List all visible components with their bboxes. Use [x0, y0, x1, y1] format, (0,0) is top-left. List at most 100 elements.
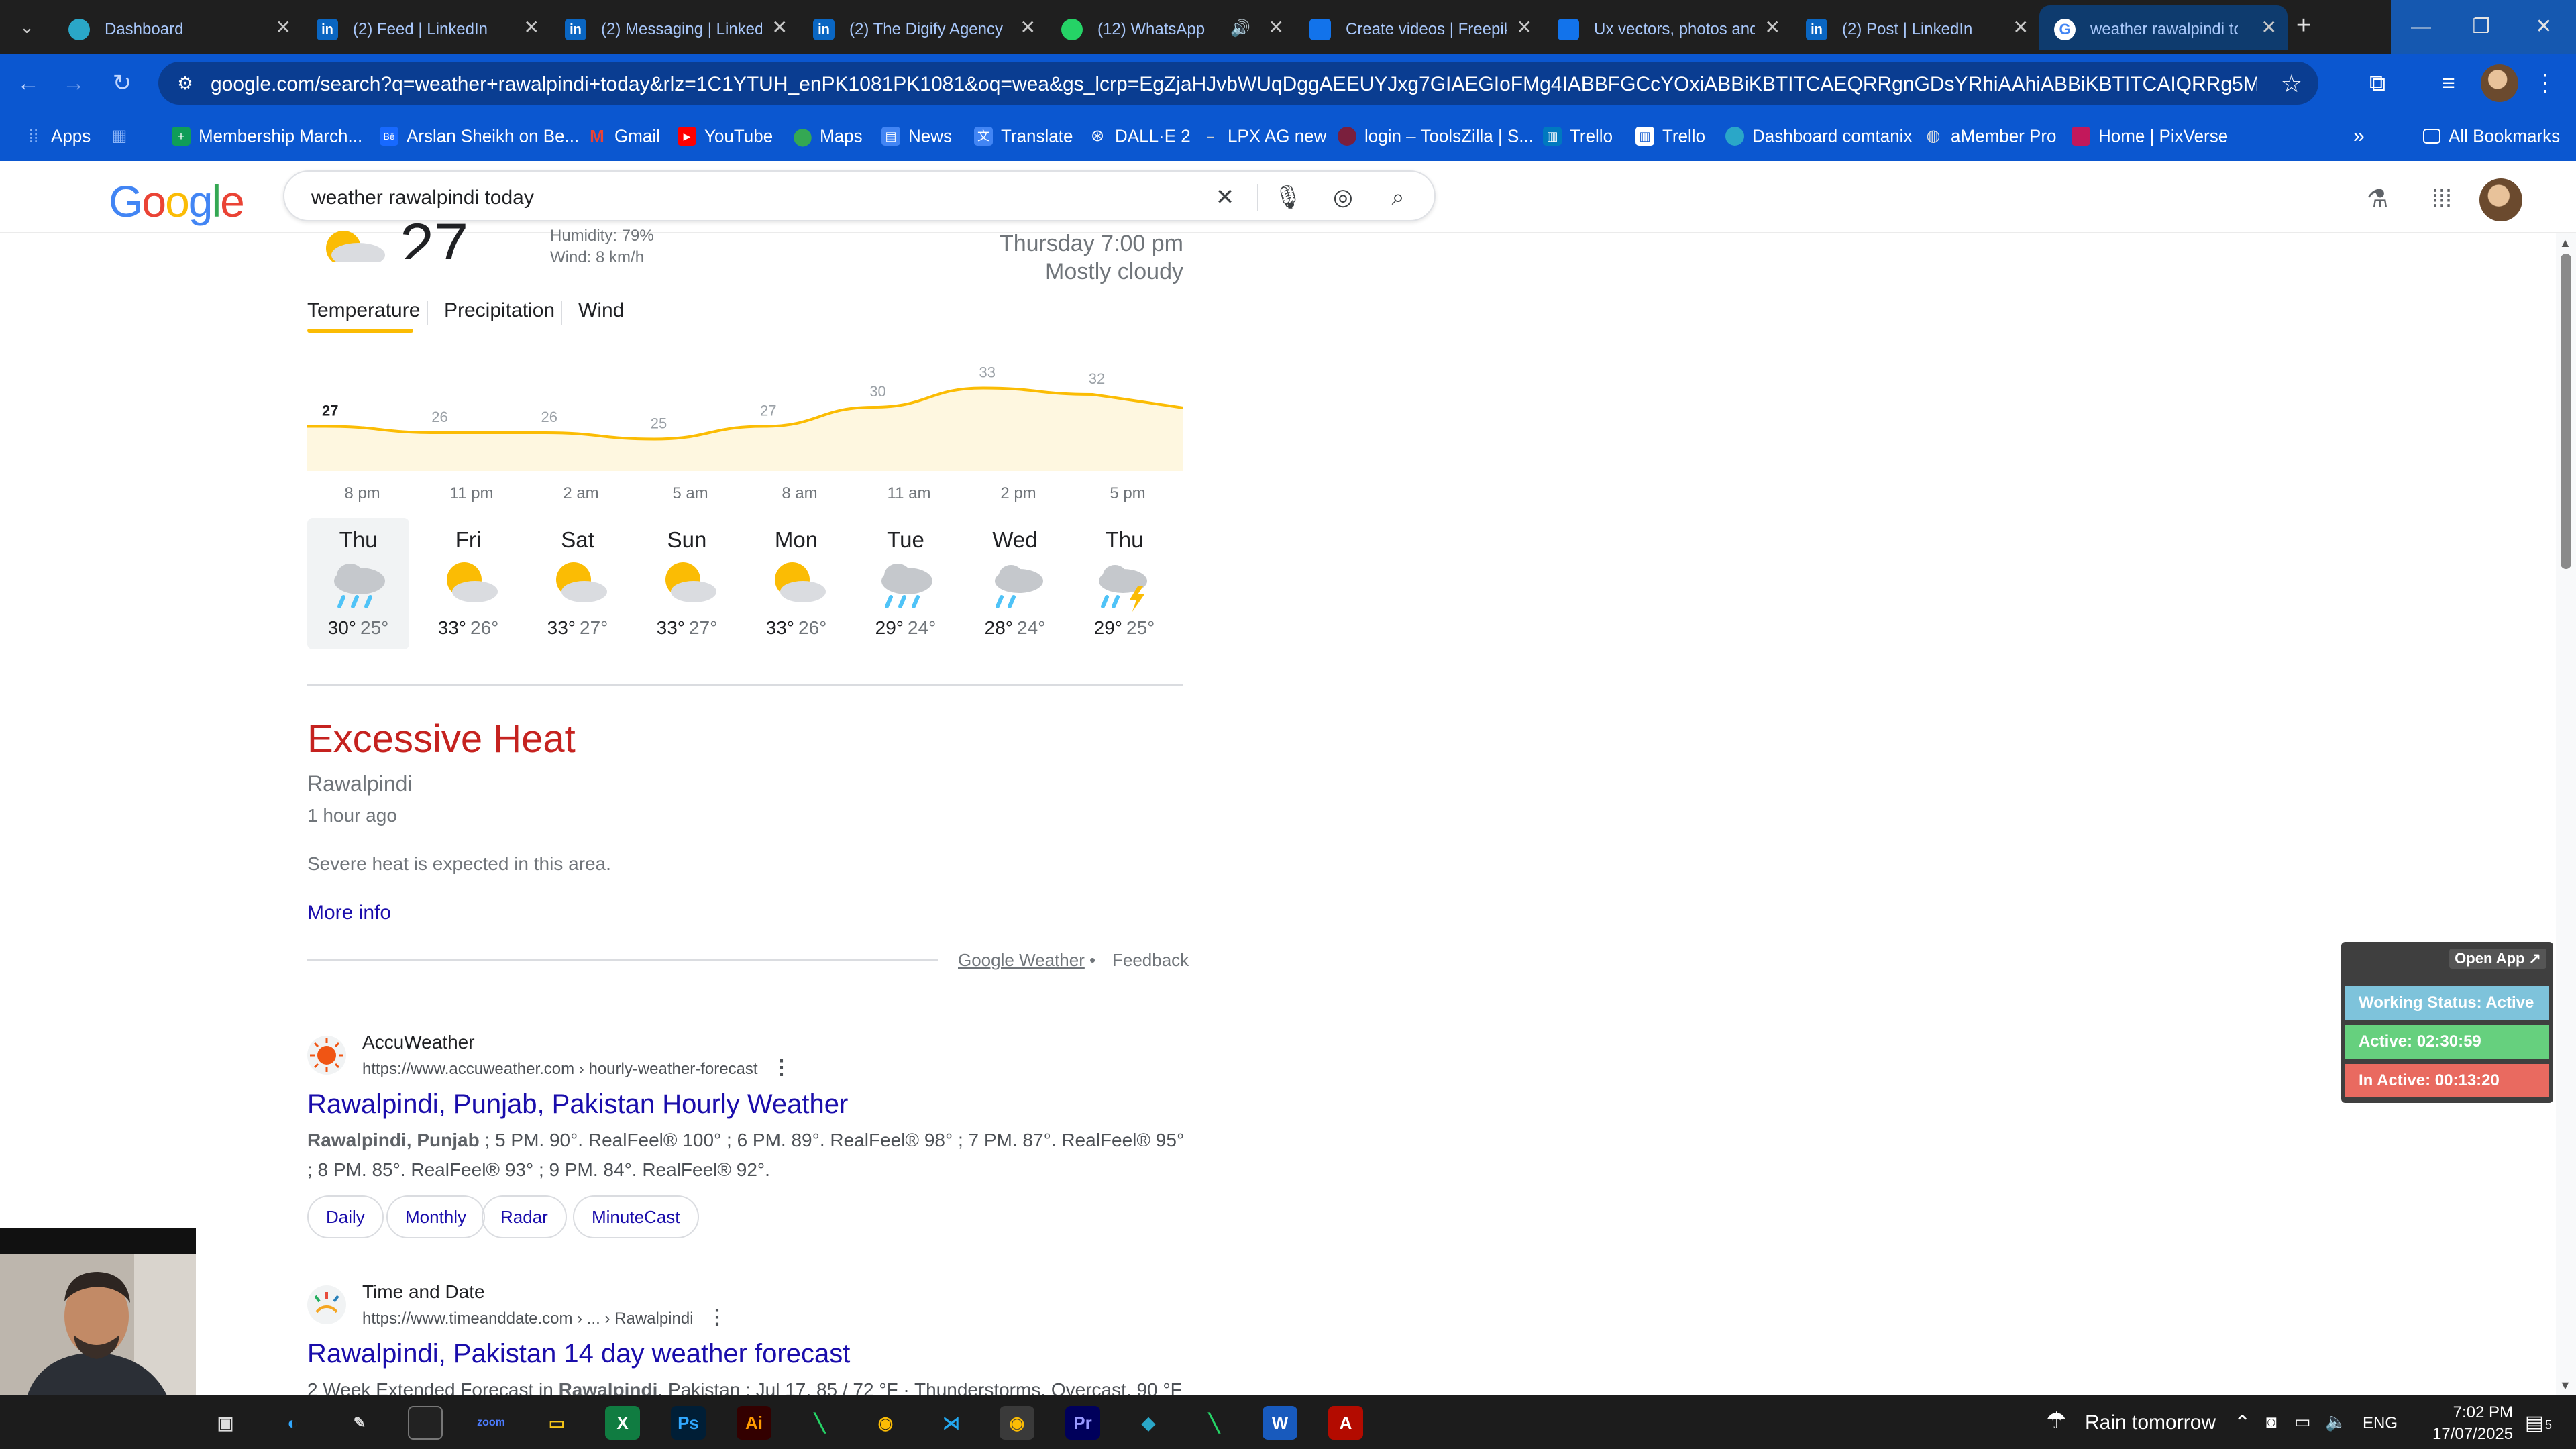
- microphone-icon[interactable]: 🎙: [1273, 182, 1303, 212]
- labs-flask-icon[interactable]: ⚗: [2363, 184, 2392, 213]
- rain-umbrella-icon[interactable]: ☂: [2046, 1407, 2066, 1434]
- bookmark-amember[interactable]: ◍ aMember Pro: [1924, 125, 2057, 149]
- system-clock[interactable]: 7:02 PM 17/07/2025: [2432, 1402, 2513, 1445]
- lens-camera-icon[interactable]: ◎: [1328, 182, 1358, 212]
- media-controls-icon[interactable]: ≡: [2432, 68, 2465, 98]
- more-bookmarks-chevron-icon[interactable]: »: [2353, 125, 2365, 148]
- address-bar[interactable]: ⚙ google.com/search?q=weather+rawalpindi…: [158, 62, 2318, 105]
- tab-whatsapp[interactable]: (12) WhatsApp 🔊 ✕: [1046, 5, 1295, 50]
- chip-monthly[interactable]: Monthly: [386, 1195, 486, 1238]
- zoom-icon[interactable]: zoom: [474, 1406, 508, 1440]
- bookmark-translate[interactable]: 文 Translate: [974, 125, 1073, 149]
- bookmark-trello-2[interactable]: ▥ Trello: [1635, 125, 1705, 149]
- browser-menu-icon[interactable]: ⋮: [2529, 68, 2561, 98]
- scroll-down-icon[interactable]: ▼: [2559, 1379, 2571, 1393]
- tab-google-weather[interactable]: G weather rawalpindi today ✕: [2039, 5, 2288, 50]
- edge-icon[interactable]: ◐: [275, 1406, 310, 1440]
- tab-temperature[interactable]: Temperature: [307, 299, 420, 322]
- chip-daily[interactable]: Daily: [307, 1195, 384, 1238]
- chrome-active-icon[interactable]: ◉: [1000, 1406, 1034, 1440]
- bookmark-dalle[interactable]: ⊛ DALL·E 2: [1088, 125, 1191, 149]
- tab-freepik-videos[interactable]: Create videos | Freepik ✕: [1295, 5, 1543, 50]
- result-site-name[interactable]: AccuWeather: [362, 1032, 475, 1053]
- page-scrollbar[interactable]: ▲ ▼: [2556, 233, 2576, 1395]
- bookmark-membership[interactable]: + Membership March...: [172, 125, 362, 149]
- green-app-icon[interactable]: ╲: [802, 1406, 837, 1440]
- close-tab-icon[interactable]: ✕: [2013, 16, 2029, 38]
- minimize-button[interactable]: —: [2391, 0, 2451, 54]
- result-url[interactable]: https://www.timeanddate.com › ... › Rawa…: [362, 1309, 694, 1328]
- app-diamond-icon[interactable]: ◆: [1131, 1406, 1166, 1440]
- task-view-icon[interactable]: ▣: [208, 1406, 243, 1440]
- excel-icon[interactable]: X: [605, 1406, 640, 1440]
- back-arrow-icon[interactable]: ←: [13, 68, 43, 98]
- bookmark-grid[interactable]: ▦: [110, 125, 137, 149]
- result-title-link[interactable]: Rawalpindi, Pakistan 14 day weather fore…: [307, 1339, 850, 1369]
- tray-chevron-icon[interactable]: ⌃: [2234, 1411, 2251, 1435]
- tab-dashboard[interactable]: Dashboard ✕: [54, 5, 302, 50]
- restore-button[interactable]: ❐: [2451, 0, 2512, 54]
- terminal-icon[interactable]: [408, 1406, 443, 1440]
- tab-linkedin-messaging[interactable]: in (2) Messaging | LinkedIn ✕: [550, 5, 798, 50]
- speaker-icon[interactable]: 🔊: [1230, 19, 1250, 38]
- network-icon[interactable]: ▭: [2294, 1411, 2311, 1432]
- bookmark-youtube[interactable]: ▶ YouTube: [678, 125, 773, 149]
- result-options-icon[interactable]: ⋮: [707, 1305, 727, 1329]
- new-tab-button[interactable]: +: [2288, 11, 2320, 43]
- close-tab-icon[interactable]: ✕: [1517, 16, 1532, 38]
- profile-avatar[interactable]: [2481, 64, 2518, 102]
- camera-tray-icon[interactable]: ◙: [2266, 1411, 2277, 1432]
- clear-icon[interactable]: ✕: [1210, 182, 1240, 212]
- result-title-link[interactable]: Rawalpindi, Punjab, Pakistan Hourly Weat…: [307, 1089, 848, 1120]
- account-avatar[interactable]: [2479, 178, 2522, 221]
- premiere-icon[interactable]: Pr: [1065, 1406, 1100, 1440]
- bookmark-apps[interactable]: ⁞⁞ Apps: [24, 125, 91, 149]
- google-weather-link[interactable]: Google Weather: [958, 950, 1085, 971]
- file-explorer-icon[interactable]: ▭: [539, 1406, 574, 1440]
- google-apps-icon[interactable]: ⁞⁞⁞: [2427, 184, 2457, 213]
- bookmark-lpx[interactable]: – LPX AG new: [1201, 125, 1326, 149]
- photoshop-icon[interactable]: Ps: [671, 1406, 706, 1440]
- bookmark-news[interactable]: ▤ News: [881, 125, 952, 149]
- bookmark-all[interactable]: All Bookmarks: [2423, 125, 2560, 149]
- green-app-icon[interactable]: ╲: [1197, 1406, 1232, 1440]
- bookmark-toolszilla[interactable]: login – ToolsZilla | S...: [1338, 125, 1534, 149]
- tab-digify-agency[interactable]: in (2) The Digify Agency ✕: [798, 5, 1046, 50]
- tab-linkedin-feed[interactable]: in (2) Feed | LinkedIn ✕: [302, 5, 550, 50]
- volume-icon[interactable]: 🔈: [2325, 1411, 2347, 1432]
- search-icon[interactable]: ⌕: [1383, 182, 1413, 212]
- bookmark-trello[interactable]: ▥ Trello: [1543, 125, 1613, 149]
- site-info-icon[interactable]: ⚙: [174, 72, 196, 94]
- close-tab-icon[interactable]: ✕: [1020, 16, 1036, 38]
- close-tab-icon[interactable]: ✕: [1269, 16, 1284, 38]
- word-icon[interactable]: W: [1263, 1406, 1297, 1440]
- day-sat[interactable]: Sat 33° 27°: [527, 518, 629, 649]
- close-window-button[interactable]: ✕: [2512, 0, 2576, 54]
- bookmark-maps[interactable]: ⬤ Maps: [793, 125, 863, 149]
- webcam-overlay[interactable]: [0, 1228, 196, 1397]
- day-fri[interactable]: Fri 33° 26°: [417, 518, 519, 649]
- scroll-up-icon[interactable]: ▲: [2559, 236, 2571, 250]
- weather-widget-text[interactable]: Rain tomorrow: [2085, 1411, 2216, 1434]
- feedback-link[interactable]: Feedback: [1112, 950, 1189, 971]
- google-logo[interactable]: Google: [109, 176, 245, 227]
- bookmark-pixverse[interactable]: Home | PixVerse: [2072, 125, 2228, 149]
- tab-precipitation[interactable]: Precipitation: [444, 299, 555, 322]
- vscode-icon[interactable]: ⋊: [934, 1406, 969, 1440]
- day-sun[interactable]: Sun 33° 27°: [636, 518, 738, 649]
- bookmark-dashboard-comtanix[interactable]: Dashboard comtanix: [1725, 125, 1912, 149]
- pen-icon[interactable]: ✎: [342, 1406, 377, 1440]
- result-site-name[interactable]: Time and Date: [362, 1281, 485, 1303]
- close-tab-icon[interactable]: ✕: [276, 16, 291, 38]
- chip-radar[interactable]: Radar: [482, 1195, 567, 1238]
- day-mon[interactable]: Mon 33° 26°: [745, 518, 847, 649]
- open-app-button[interactable]: Open App ↗: [2449, 949, 2546, 969]
- more-info-link[interactable]: More info: [307, 902, 391, 924]
- bookmark-star-icon[interactable]: ☆: [2281, 70, 2302, 98]
- notifications-icon[interactable]: ▤ 5: [2520, 1409, 2552, 1438]
- tab-freepik-vectors[interactable]: Ux vectors, photos and ✕: [1543, 5, 1791, 50]
- result-url[interactable]: https://www.accuweather.com › hourly-wea…: [362, 1060, 758, 1079]
- tab-wind[interactable]: Wind: [578, 299, 624, 322]
- scrollbar-thumb[interactable]: [2561, 254, 2571, 569]
- day-thu-next[interactable]: Thu 29° 25°: [1073, 518, 1175, 649]
